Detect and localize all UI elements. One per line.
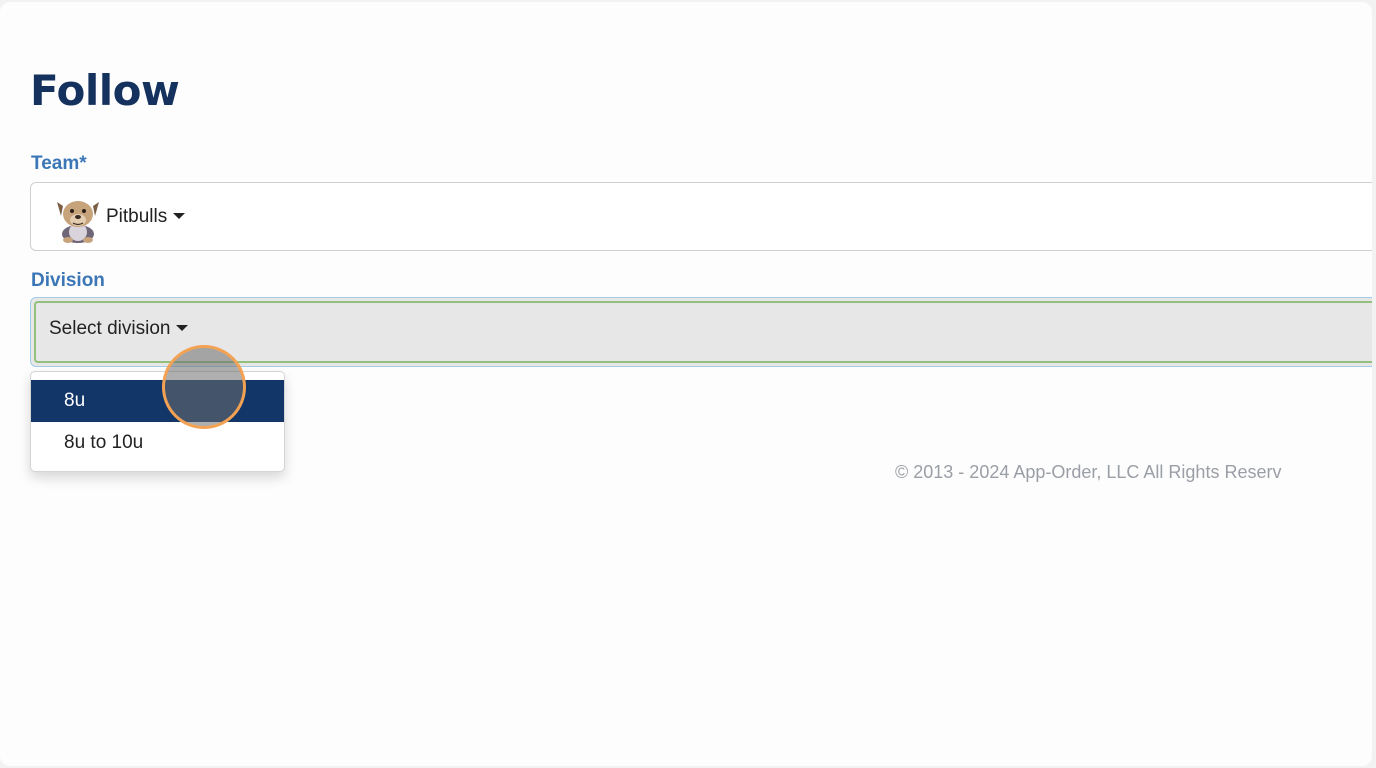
division-select[interactable]: Select division [30,297,1372,367]
division-placeholder: Select division [49,318,189,340]
pitbull-logo-icon [57,201,99,243]
selected-team-label: Pitbulls [106,206,168,227]
team-select[interactable]: Pitbulls [30,182,1372,251]
caret-down-icon [173,212,186,219]
division-focus-ring [34,301,1372,363]
division-option-8u[interactable]: 8u [31,380,284,422]
page-title: Follow [30,66,180,115]
team-field-label: Team* [31,153,87,174]
follow-card: Follow Team* Pitbulls Division Select di… [0,2,1372,766]
selected-team-name: Pitbulls [106,206,186,228]
division-placeholder-label: Select division [49,318,171,339]
footer-copyright: © 2013 - 2024 App-Order, LLC All Rights … [895,462,1282,482]
caret-down-icon [176,324,189,331]
division-field-label: Division [31,270,105,291]
division-dropdown-menu: 8u 8u to 10u [30,371,285,472]
division-option-8u-to-10u[interactable]: 8u to 10u [31,422,284,462]
